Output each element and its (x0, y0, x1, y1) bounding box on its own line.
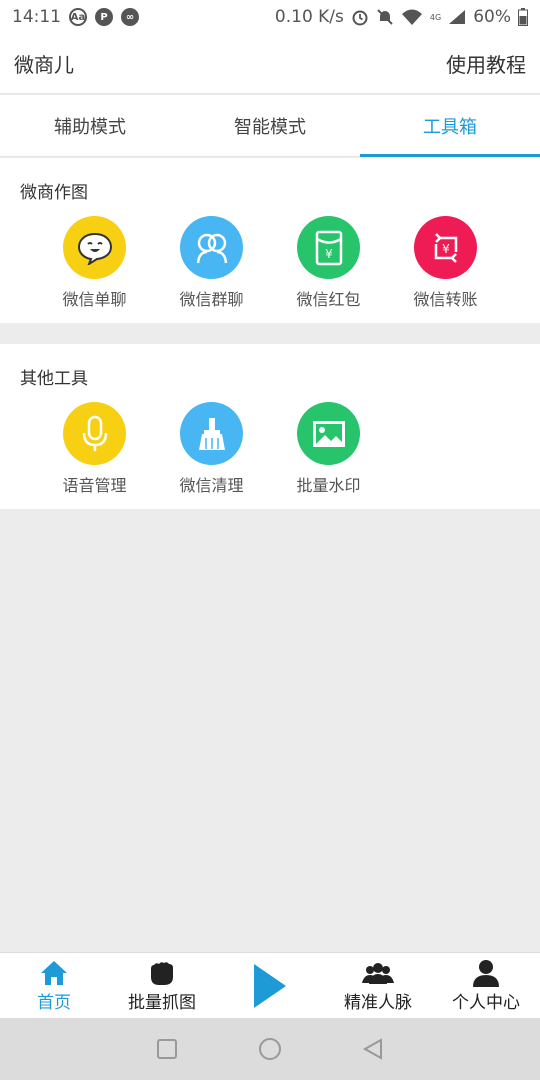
red-packet-icon: ¥ (297, 216, 360, 279)
group-chat-icon (180, 216, 243, 279)
battery-level: 60% (473, 7, 511, 27)
chat-face-icon (63, 216, 126, 279)
mute-icon (377, 9, 393, 25)
tool-wechat-transfer[interactable]: ¥ 微信转账 (387, 216, 504, 310)
tool-wechat-red-packet[interactable]: ¥ 微信红包 (270, 216, 387, 310)
status-bar: 14:11 Aa P ∞ 0.10 K/s 4G 60% (0, 0, 540, 34)
section-title: 微商作图 (20, 183, 88, 203)
microphone-icon (63, 402, 126, 465)
nav-play[interactable] (216, 953, 324, 1018)
tab-assist-mode[interactable]: 辅助模式 (0, 95, 180, 156)
home-button[interactable] (258, 1037, 282, 1061)
signal-icon (449, 10, 466, 24)
nav-label: 个人中心 (452, 993, 520, 1013)
tool-voice-manager[interactable]: 语音管理 (36, 402, 153, 496)
mode-tabs: 辅助模式 智能模式 工具箱 (0, 95, 540, 157)
tool-label: 批量水印 (296, 476, 361, 495)
nav-home[interactable]: 首页 (0, 953, 108, 1018)
broom-icon (180, 402, 243, 465)
person-icon (473, 958, 499, 988)
back-button[interactable] (362, 1038, 384, 1060)
tool-label: 微信单聊 (62, 290, 127, 309)
app-title: 微商儿 (14, 53, 74, 77)
translate-icon: Aa (69, 8, 87, 26)
people-icon (362, 958, 394, 988)
tool-wechat-group-chat[interactable]: 微信群聊 (153, 216, 270, 310)
status-time: 14:11 (12, 7, 61, 27)
battery-icon (518, 8, 528, 26)
home-icon (40, 958, 68, 988)
tool-label: 微信红包 (296, 290, 361, 309)
section-title: 其他工具 (20, 369, 88, 389)
app-bar: 微商儿 使用教程 (0, 34, 540, 94)
bottom-nav: 首页 批量抓图 精准人脉 个人中心 (0, 952, 540, 1018)
svg-text:¥: ¥ (325, 247, 333, 261)
section-other-tools: 其他工具 语音管理 微信清理 批量水印 (0, 344, 540, 509)
lte-label: 4G (429, 12, 442, 22)
section-wechat-images: 微商作图 微信单聊 微信群聊 ¥ 微信红包 ¥ 微信转账 (0, 158, 540, 323)
p-icon: P (95, 8, 113, 26)
nav-label: 精准人脉 (344, 993, 412, 1013)
grab-hand-icon (147, 958, 177, 988)
tutorial-link[interactable]: 使用教程 (446, 49, 526, 78)
tool-label: 微信清理 (179, 476, 244, 495)
tool-wechat-cleaner[interactable]: 微信清理 (153, 402, 270, 496)
nav-batch-grab[interactable]: 批量抓图 (108, 953, 216, 1018)
nav-label: 批量抓图 (128, 993, 196, 1013)
image-icon (297, 402, 360, 465)
tool-label: 微信群聊 (179, 290, 244, 309)
alarm-icon (352, 10, 368, 26)
net-speed: 0.10 K/s (274, 7, 344, 27)
nav-personal-center[interactable]: 个人中心 (432, 953, 540, 1018)
tab-toolbox[interactable]: 工具箱 (360, 95, 540, 157)
tool-batch-watermark[interactable]: 批量水印 (270, 402, 387, 496)
play-icon (252, 961, 288, 1011)
wifi-icon (401, 9, 422, 25)
transfer-icon: ¥ (414, 216, 477, 279)
tool-label: 语音管理 (62, 476, 127, 495)
nav-label: 首页 (37, 993, 71, 1013)
system-nav-bar (0, 1018, 540, 1080)
svg-text:¥: ¥ (442, 242, 450, 256)
nav-precise-contacts[interactable]: 精准人脉 (324, 953, 432, 1018)
tool-wechat-single-chat[interactable]: 微信单聊 (36, 216, 153, 310)
tab-smart-mode[interactable]: 智能模式 (180, 95, 360, 156)
loop-icon: ∞ (121, 8, 139, 26)
tool-label: 微信转账 (413, 290, 478, 309)
recent-apps-button[interactable] (156, 1038, 178, 1060)
